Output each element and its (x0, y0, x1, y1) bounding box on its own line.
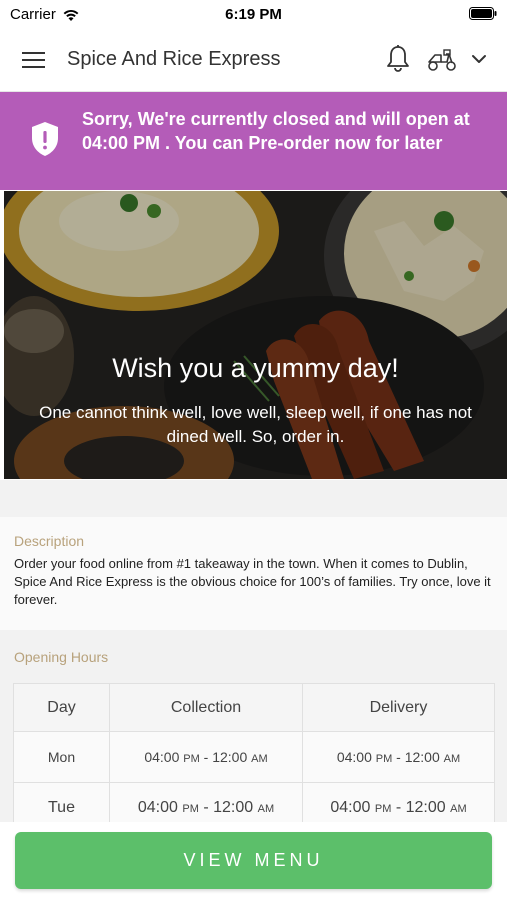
collection-end-ampm: AM (251, 753, 268, 765)
hero-banner: Wish you a yummy day! One cannot think w… (4, 191, 507, 479)
collection-start-ampm: PM (183, 753, 200, 765)
time-separator: - (203, 799, 214, 816)
column-header-day: Day (13, 683, 110, 732)
opening-hours-label: Opening Hours (14, 649, 109, 665)
collection-cell: 04:00 PM - 12:00 AM (109, 731, 303, 783)
description-text: Order your food online from #1 takeaway … (14, 556, 491, 607)
table-row: Mon 04:00 PM - 12:00 AM 04:00 PM - 12:00… (13, 731, 495, 783)
hero-heading: Wish you a yummy day! (112, 353, 399, 383)
delivery-cell: 04:00 PM - 12:00 AM (302, 731, 495, 783)
collection-end-ampm: AM (257, 803, 275, 815)
time-separator: - (396, 749, 405, 765)
status-time: 6:19 PM (225, 6, 282, 23)
day-cell: Mon (13, 731, 110, 783)
table-header-row: Day Collection Delivery (13, 683, 495, 732)
delivery-end-ampm: AM (443, 753, 461, 765)
time-separator: - (203, 749, 213, 765)
hero-subtext: One cannot think well, love well, sleep … (39, 403, 472, 446)
time-separator: - (395, 799, 406, 816)
collection-start-time: 04:00 (144, 749, 180, 765)
delivery-end-time: 12:00 (405, 799, 446, 816)
collection-start-time: 04:00 (137, 799, 178, 816)
status-bar: Carrier 6:19 PM (0, 0, 507, 28)
app-header: Spice And Rice Express (0, 28, 507, 92)
menu-icon[interactable] (22, 50, 46, 70)
chevron-down-icon[interactable] (470, 51, 488, 67)
collection-end-time: 12:00 (213, 799, 254, 816)
delivery-start-ampm: PM (374, 803, 392, 815)
closed-message: Sorry, We're currently closed and will o… (82, 109, 470, 153)
delivery-start-time: 04:00 (330, 799, 371, 816)
delivery-start-ampm: PM (375, 753, 393, 765)
scooter-icon[interactable] (426, 47, 458, 73)
column-header-collection: Collection (109, 683, 303, 732)
delivery-end-time: 12:00 (404, 749, 440, 765)
view-menu-button[interactable]: VIEW MENU (15, 832, 492, 889)
app-title: Spice And Rice Express (67, 48, 281, 70)
description-label: Description (14, 533, 85, 549)
collection-start-ampm: PM (182, 803, 199, 815)
battery-icon (469, 7, 497, 20)
delivery-end-ampm: AM (450, 803, 467, 815)
opening-hours-table: Day Collection Delivery Mon 04:00 PM - 1… (13, 683, 495, 834)
shield-icon (32, 122, 58, 156)
collection-end-time: 12:00 (212, 749, 248, 765)
bell-icon[interactable] (385, 44, 411, 74)
column-header-delivery: Delivery (302, 683, 495, 732)
delivery-start-time: 04:00 (336, 749, 372, 765)
